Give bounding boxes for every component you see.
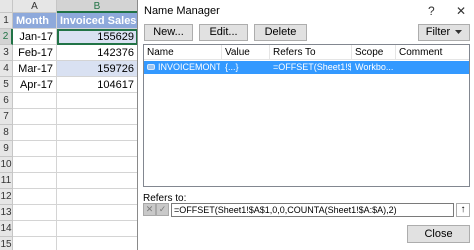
- empty-cell[interactable]: [13, 221, 57, 237]
- row-header[interactable]: 3: [0, 45, 13, 61]
- edit-button[interactable]: Edit...: [199, 24, 248, 41]
- list-header-scope[interactable]: Scope: [352, 45, 396, 60]
- empty-cell[interactable]: [57, 125, 138, 141]
- confirm-edit-icon[interactable]: ✓: [156, 203, 169, 216]
- row-header[interactable]: 5: [0, 77, 13, 93]
- cell-sales[interactable]: 104617: [57, 77, 138, 93]
- list-header-refers-to[interactable]: Refers To: [270, 45, 352, 60]
- row-header[interactable]: 9: [0, 141, 13, 157]
- empty-cell[interactable]: [13, 93, 57, 109]
- list-item-value: {...}: [225, 62, 239, 72]
- cell-a1[interactable]: Month: [13, 13, 57, 29]
- list-item-scope: Workbo...: [355, 62, 394, 72]
- empty-cell[interactable]: [13, 141, 57, 157]
- named-range-icon: [147, 64, 155, 70]
- list-header-comment[interactable]: Comment: [396, 45, 469, 60]
- empty-cell[interactable]: [57, 205, 138, 221]
- row-header[interactable]: 6: [0, 93, 13, 109]
- row-header[interactable]: 10: [0, 157, 13, 173]
- close-button[interactable]: Close: [407, 225, 470, 243]
- name-manager-dialog: Name Manager ? ✕ New... Edit... Delete F…: [137, 0, 474, 250]
- row-header[interactable]: 11: [0, 173, 13, 189]
- empty-cell[interactable]: [57, 189, 138, 205]
- row-header[interactable]: 7: [0, 109, 13, 125]
- list-item-refers-to: =OFFSET(Sheet1!$...: [273, 62, 351, 72]
- empty-cell[interactable]: [13, 109, 57, 125]
- close-icon[interactable]: ✕: [456, 4, 466, 18]
- empty-cell[interactable]: [57, 157, 138, 173]
- filter-button[interactable]: Filter: [418, 24, 470, 41]
- spreadsheet: A B 1 2 3 4 5 6 7 8 9 10 11 12 13 14 15 …: [0, 0, 138, 250]
- row-header[interactable]: 13: [0, 205, 13, 221]
- column-header-a[interactable]: A: [13, 0, 57, 13]
- list-item[interactable]: INVOICEMONTH {...} =OFFSET(Sheet1!$... W…: [144, 61, 469, 74]
- cell-month[interactable]: Feb-17: [13, 45, 57, 61]
- delete-button[interactable]: Delete: [254, 24, 307, 41]
- empty-cell[interactable]: [57, 237, 138, 250]
- dialog-title: Name Manager: [144, 5, 220, 17]
- refers-to-input[interactable]: =OFFSET(Sheet1!$A$1,0,0,COUNTA(Sheet1!$A…: [171, 203, 454, 217]
- row-header[interactable]: 15: [0, 237, 13, 250]
- cell-sales[interactable]: 159726: [57, 61, 138, 77]
- cell-sales[interactable]: 142376: [57, 45, 138, 61]
- list-header-name[interactable]: Name: [144, 45, 222, 60]
- cell-month[interactable]: Mar-17: [13, 61, 57, 77]
- cell-b1[interactable]: Invoiced Sales: [57, 13, 138, 29]
- row-header[interactable]: 12: [0, 189, 13, 205]
- row-header[interactable]: 1: [0, 13, 13, 29]
- empty-cell[interactable]: [13, 205, 57, 221]
- filter-button-label: Filter: [425, 26, 451, 38]
- row-header[interactable]: 8: [0, 125, 13, 141]
- empty-cell[interactable]: [13, 173, 57, 189]
- row-header[interactable]: 14: [0, 221, 13, 237]
- list-item-name: INVOICEMONTH: [158, 62, 220, 72]
- empty-cell[interactable]: [13, 157, 57, 173]
- empty-cell[interactable]: [57, 221, 138, 237]
- dialog-titlebar[interactable]: Name Manager ? ✕: [138, 0, 474, 22]
- cell-month[interactable]: Jan-17: [13, 29, 57, 45]
- empty-cell[interactable]: [13, 125, 57, 141]
- column-header-b[interactable]: B: [57, 0, 138, 13]
- list-header-value[interactable]: Value: [222, 45, 270, 60]
- new-button[interactable]: New...: [144, 24, 193, 41]
- empty-cell[interactable]: [57, 93, 138, 109]
- empty-cell[interactable]: [57, 173, 138, 189]
- empty-cell[interactable]: [57, 141, 138, 157]
- empty-cell[interactable]: [13, 189, 57, 205]
- row-header[interactable]: 4: [0, 61, 13, 77]
- collapse-dialog-icon[interactable]: ↑: [456, 203, 470, 217]
- refers-to-bar: ✕ ✓ =OFFSET(Sheet1!$A$1,0,0,COUNTA(Sheet…: [143, 203, 470, 218]
- names-list[interactable]: Name Value Refers To Scope Comment INVOI…: [143, 44, 470, 187]
- row-header[interactable]: 2: [0, 29, 13, 45]
- select-all-corner[interactable]: [0, 0, 13, 13]
- empty-cell[interactable]: [57, 109, 138, 125]
- help-icon[interactable]: ?: [428, 4, 435, 18]
- empty-cell[interactable]: [13, 237, 57, 250]
- chevron-down-icon: [455, 29, 463, 34]
- cell-sales[interactable]: 155629: [57, 29, 138, 45]
- cell-month[interactable]: Apr-17: [13, 77, 57, 93]
- cancel-edit-icon[interactable]: ✕: [143, 203, 156, 216]
